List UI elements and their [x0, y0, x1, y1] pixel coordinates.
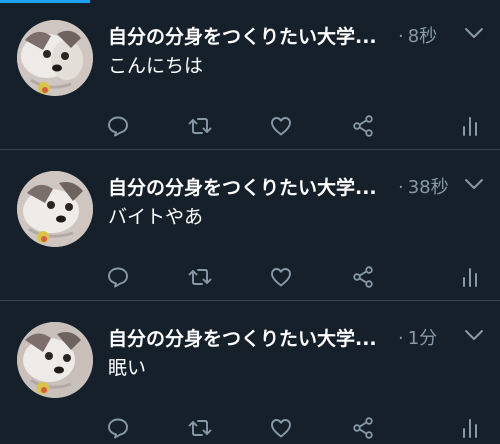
- retweet-icon: [188, 118, 212, 134]
- reply-icon: [108, 418, 128, 439]
- reply-icon: [108, 116, 128, 137]
- more-options-button[interactable]: [463, 175, 485, 193]
- retweet-button[interactable]: [186, 112, 214, 140]
- reply-button[interactable]: [104, 414, 132, 442]
- reply-button[interactable]: [104, 112, 132, 140]
- retweet-button[interactable]: [186, 263, 214, 291]
- share-button[interactable]: [349, 112, 377, 140]
- more-options-button[interactable]: [463, 326, 485, 344]
- tweet-card[interactable]: 自分の分身をつくりたい大学... · 1分 眠い: [0, 302, 500, 444]
- avatar[interactable]: [17, 20, 93, 96]
- like-button[interactable]: [267, 112, 295, 140]
- heart-icon: [271, 268, 291, 287]
- tweet-time-label: 38秒: [407, 177, 449, 198]
- tweet-text: こんにちは: [108, 55, 204, 77]
- author-display-name[interactable]: 自分の分身をつくりたい大学...: [108, 22, 390, 49]
- tweet-time-label: 1分: [407, 328, 438, 349]
- tweet-timestamp[interactable]: · 38秒: [398, 173, 449, 199]
- reply-button[interactable]: [104, 263, 132, 291]
- tweet-actions: [0, 112, 500, 140]
- analytics-button[interactable]: [456, 112, 484, 140]
- tweet-card[interactable]: 自分の分身をつくりたい大学... · 38秒 バイトやあ: [0, 151, 500, 301]
- like-button[interactable]: [267, 414, 295, 442]
- chevron-down-icon: [465, 28, 483, 38]
- share-icon: [353, 266, 373, 288]
- share-icon: [353, 115, 373, 137]
- share-icon: [353, 417, 373, 439]
- heart-icon: [271, 117, 291, 136]
- avatar-dog-image: [17, 20, 93, 96]
- tweet-actions: [0, 263, 500, 291]
- tweet-text: バイトやあ: [108, 206, 204, 228]
- avatar[interactable]: [17, 322, 93, 398]
- avatar-dog-image: [17, 322, 93, 398]
- heart-icon: [271, 419, 291, 438]
- like-button[interactable]: [267, 263, 295, 291]
- analytics-button[interactable]: [456, 414, 484, 442]
- author-display-name[interactable]: 自分の分身をつくりたい大学...: [108, 324, 390, 351]
- chevron-down-icon: [465, 330, 483, 340]
- retweet-button[interactable]: [186, 414, 214, 442]
- tweet-time-label: 8秒: [407, 26, 438, 47]
- stats-icon: [463, 117, 477, 136]
- avatar-dog-image: [17, 171, 93, 247]
- stats-icon: [463, 419, 477, 438]
- tweet-card[interactable]: 自分の分身をつくりたい大学... · 8秒 こんにちは: [0, 0, 500, 150]
- tweet-text: 眠い: [108, 357, 147, 379]
- timeline-feed: 自分の分身をつくりたい大学... · 8秒 こんにちは 自分の分身をつくりたい大…: [0, 0, 500, 444]
- stats-icon: [463, 268, 477, 287]
- analytics-button[interactable]: [456, 263, 484, 291]
- share-button[interactable]: [349, 414, 377, 442]
- retweet-icon: [188, 269, 212, 285]
- more-options-button[interactable]: [463, 24, 485, 42]
- tweet-actions: [0, 414, 500, 442]
- author-display-name[interactable]: 自分の分身をつくりたい大学...: [108, 173, 390, 200]
- retweet-icon: [188, 420, 212, 436]
- chevron-down-icon: [465, 179, 483, 189]
- reply-icon: [108, 267, 128, 288]
- share-button[interactable]: [349, 263, 377, 291]
- tweet-timestamp[interactable]: · 1分: [398, 324, 437, 350]
- avatar[interactable]: [17, 171, 93, 247]
- tweet-timestamp[interactable]: · 8秒: [398, 22, 437, 48]
